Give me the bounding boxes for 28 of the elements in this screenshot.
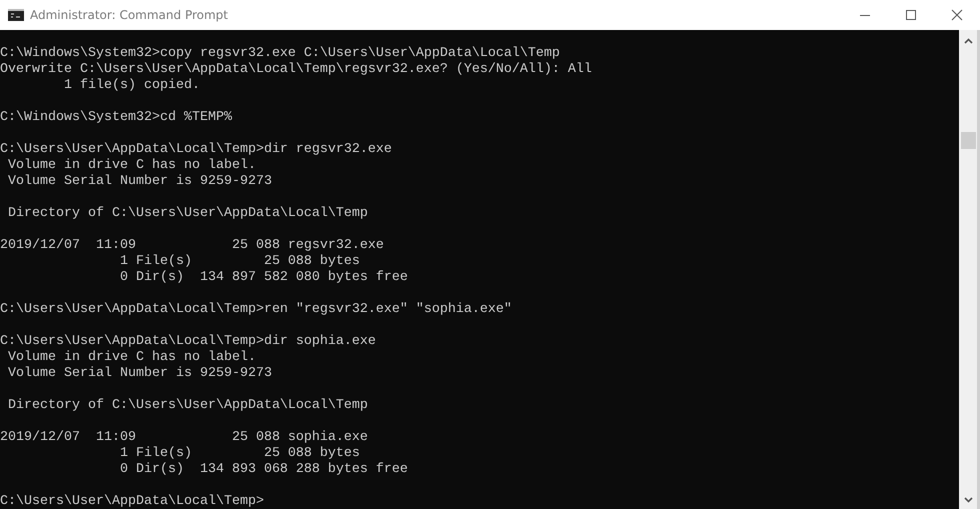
console-line: Volume in drive C has no label.: [6, 158, 257, 174]
console-line: C:\Users\User\AppData\Local\Temp>: [0, 494, 265, 509]
console-line: 1 File(s) 25 088 bytes: [118, 446, 361, 462]
console-line: 0 Dir(s) 134 897 582 080 bytes free: [118, 270, 409, 286]
window-title: Administrator: Command Prompt: [30, 8, 228, 22]
scroll-up-icon[interactable]: [964, 38, 972, 44]
close-icon: [951, 9, 963, 21]
console-line: 1 file(s) copied.: [62, 78, 201, 94]
console-line: Directory of C:\Users\User\AppData\Local\Temp: [6, 206, 369, 222]
console-line: Directory of C:\Users\User\AppData\Local\Temp: [6, 398, 369, 414]
scrollbar[interactable]: [959, 30, 977, 509]
maximize-icon: [905, 9, 917, 21]
console-line: C:\Windows\System32>cd %TEMP%: [0, 110, 233, 126]
console-line: Volume in drive C has no label.: [6, 350, 257, 366]
console-line: 1 File(s) 25 088 bytes: [118, 254, 361, 270]
scroll-thumb[interactable]: [960, 132, 976, 149]
console-line: 0 Dir(s) 134 893 068 288 bytes free: [118, 462, 409, 478]
console-line: C:\Users\User\AppData\Local\Temp>ren "regsvr32.exe" "sophia.exe": [0, 302, 513, 318]
console-line: Volume Serial Number is 9259-9273: [6, 366, 273, 382]
console-line: C:\Users\User\AppData\Local\Temp>dir regsvr32.exe: [0, 142, 393, 158]
console-line: Overwrite C:\Users\User\AppData\Local\Temp\regsvr32.exe? (Yes/No/All): All: [0, 62, 593, 78]
console-line: C:\Users\User\AppData\Local\Temp>dir sophia.exe: [0, 334, 377, 350]
console-line: 2019/12/07 11:09 25 088 sophia.exe: [0, 430, 369, 446]
scroll-down-icon[interactable]: [964, 497, 972, 503]
console-line: C:\Windows\System32>copy regsvr32.exe C:\Users\User\AppData\Local\Temp: [0, 46, 561, 62]
terminal-icon: [8, 9, 24, 21]
console-line: 2019/12/07 11:09 25 088 regsvr32.exe: [0, 238, 385, 254]
console-line: Volume Serial Number is 9259-9273: [6, 174, 273, 190]
